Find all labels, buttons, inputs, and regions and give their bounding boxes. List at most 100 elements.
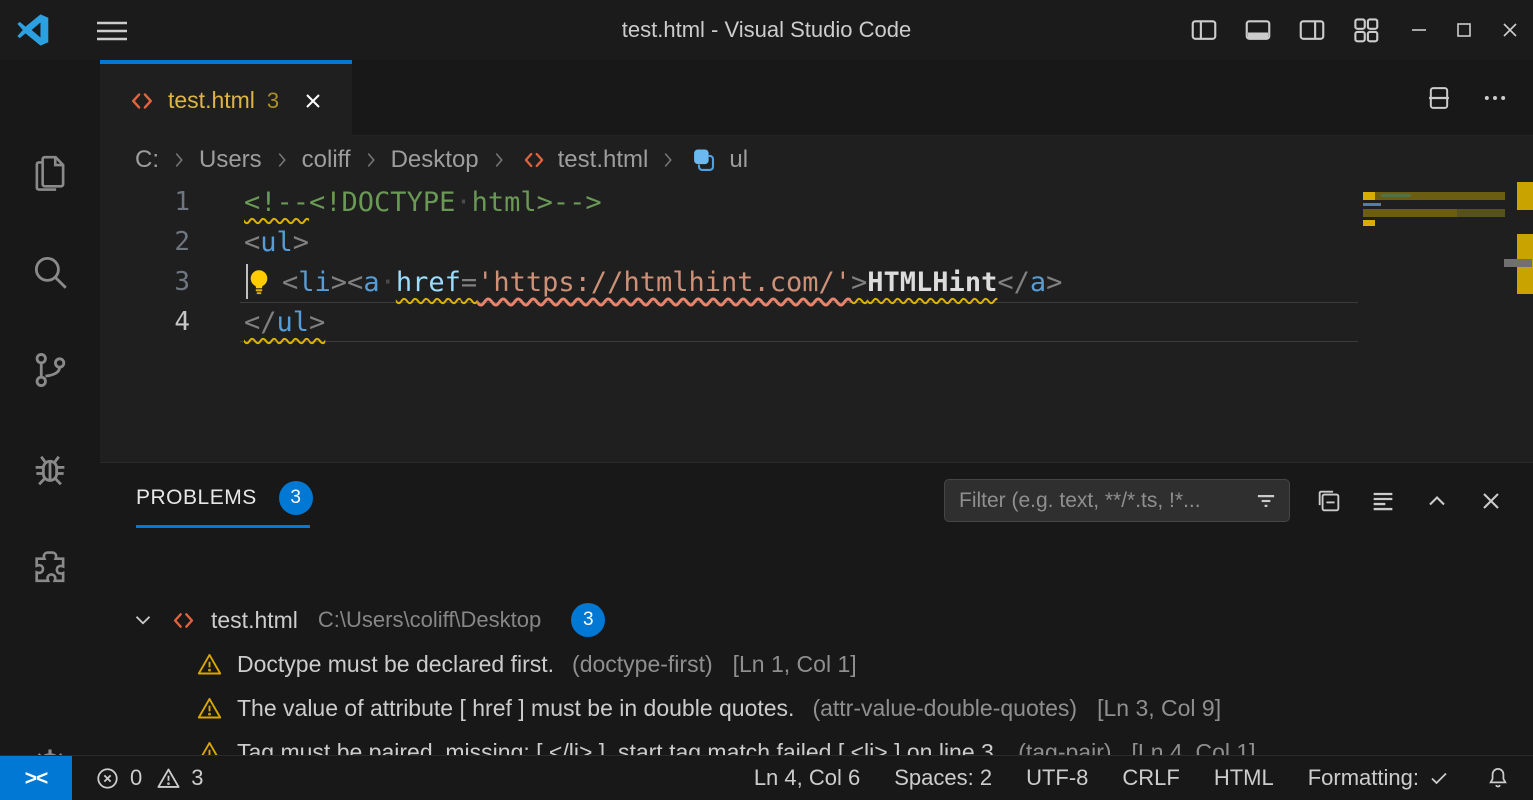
html-file-icon	[170, 607, 197, 634]
explorer-icon[interactable]	[0, 134, 100, 210]
problems-file-name: test.html	[211, 607, 298, 634]
problems-file-row[interactable]: test.html C:\Users\coliff\Desktop 3	[100, 598, 1533, 642]
close-panel-icon[interactable]	[1477, 487, 1505, 515]
ruler-warning-mark	[1517, 182, 1533, 210]
formatting-status[interactable]: Formatting:	[1308, 765, 1451, 791]
tab-test-html[interactable]: test.html 3	[100, 60, 352, 137]
code-token: ul	[277, 307, 310, 338]
chevron-right-icon	[488, 149, 510, 171]
breadcrumb-item-drive[interactable]: C:	[135, 146, 159, 174]
customize-layout-icon[interactable]	[1342, 0, 1390, 60]
minimize-icon[interactable]	[1396, 0, 1441, 60]
overview-ruler	[1517, 182, 1533, 462]
maximize-icon[interactable]	[1441, 0, 1486, 60]
notifications-bell-icon[interactable]	[1485, 765, 1511, 791]
code-token: >	[309, 307, 325, 338]
problems-status[interactable]: 0 3	[94, 756, 204, 800]
code-token: a	[363, 267, 379, 298]
code-editor[interactable]: 1 <!--<!DOCTYPE·html>--> 2 <ul> 3 <li><a…	[100, 182, 1533, 462]
breadcrumb-item-symbol[interactable]: ul	[729, 146, 748, 174]
code-line[interactable]: 1 <!--<!DOCTYPE·html>-->	[100, 182, 1533, 222]
problem-row[interactable]: The value of attribute [ href ] must be …	[100, 686, 1533, 730]
remote-indicator[interactable]: ><	[0, 756, 72, 800]
code-line[interactable]: 2 <ul>	[100, 222, 1533, 262]
code-token: <	[244, 227, 260, 258]
error-icon	[94, 765, 121, 792]
indentation[interactable]: Spaces: 2	[894, 765, 992, 791]
whitespace-dot: ·	[455, 187, 471, 218]
extensions-icon[interactable]	[0, 530, 100, 606]
code-token: =	[461, 267, 477, 298]
minimap-warning-mark	[1363, 192, 1375, 200]
file-problem-badge: 3	[571, 603, 605, 637]
eol-sequence[interactable]: CRLF	[1122, 765, 1179, 791]
source-control-icon[interactable]	[0, 332, 100, 408]
language-mode[interactable]: HTML	[1214, 765, 1274, 791]
code-token: HTMLHint	[867, 267, 997, 298]
minimap-line	[1457, 209, 1505, 217]
html-file-icon	[128, 87, 156, 115]
code-token: ul	[260, 227, 293, 258]
problem-message: The value of attribute [ href ] must be …	[237, 695, 794, 722]
problems-panel: PROBLEMS 3	[100, 462, 1533, 755]
active-tab-underline	[136, 525, 310, 528]
vscode-window: { "window": { "title": "test.html - Visu…	[0, 0, 1533, 800]
code-token: html>-->	[472, 187, 602, 218]
filter-icon[interactable]	[1253, 488, 1279, 514]
code-token: </	[997, 267, 1030, 298]
breadcrumb-item-desktop[interactable]: Desktop	[391, 146, 479, 174]
code-token: >	[1046, 267, 1062, 298]
status-right: Ln 4, Col 6 Spaces: 2 UTF-8 CRLF HTML Fo…	[754, 756, 1511, 800]
filter-input[interactable]	[959, 489, 1253, 513]
code-token: >	[293, 227, 309, 258]
view-as-table-icon[interactable]	[1369, 487, 1397, 515]
toggle-secondary-sidebar-icon[interactable]	[1288, 0, 1336, 60]
code-token: </	[244, 307, 277, 338]
toggle-panel-icon[interactable]	[1234, 0, 1282, 60]
cursor-position[interactable]: Ln 4, Col 6	[754, 765, 860, 791]
close-window-icon[interactable]	[1486, 0, 1533, 60]
code-token: >	[331, 267, 347, 298]
search-icon[interactable]	[0, 234, 100, 310]
editor-group: test.html 3 C: Users coliff Desktop test…	[100, 60, 1533, 755]
code-token: <	[347, 267, 363, 298]
collapse-all-icon[interactable]	[1315, 487, 1343, 515]
tab-bar: test.html 3	[100, 60, 1533, 136]
minimap[interactable]	[1363, 178, 1505, 458]
line-number: 1	[100, 187, 190, 217]
formatting-label: Formatting:	[1308, 765, 1419, 791]
code-token: >	[851, 267, 867, 298]
code-token: li	[298, 267, 331, 298]
breadcrumb-item-users[interactable]: Users	[199, 146, 262, 174]
more-actions-icon[interactable]	[1481, 84, 1509, 112]
tab-label: test.html	[168, 87, 255, 114]
warning-icon	[155, 765, 182, 792]
encoding[interactable]: UTF-8	[1026, 765, 1088, 791]
tab-close-icon[interactable]	[301, 89, 325, 113]
problem-row[interactable]: Doctype must be declared first. (doctype…	[100, 642, 1533, 686]
code-token: <!DOCTYPE	[309, 187, 455, 218]
problems-tree: test.html C:\Users\coliff\Desktop 3 Doct…	[100, 598, 1533, 774]
run-debug-icon[interactable]	[0, 432, 100, 508]
tab-problems[interactable]: PROBLEMS 3	[136, 481, 313, 515]
toggle-primary-sidebar-icon[interactable]	[1180, 0, 1228, 60]
html-file-icon	[521, 147, 547, 173]
lightbulb-icon[interactable]	[244, 267, 274, 297]
chevron-down-icon[interactable]	[130, 607, 156, 633]
chevron-right-icon	[657, 149, 679, 171]
breadcrumb-item-coliff[interactable]: coliff	[302, 146, 351, 174]
code-token: a	[1030, 267, 1046, 298]
problem-location: [Ln 1, Col 1]	[733, 651, 857, 678]
code-line[interactable]: 4 </ul>	[100, 302, 1533, 342]
minimap-warning-mark	[1363, 220, 1375, 226]
code-token: href	[396, 267, 461, 298]
minimap-line	[1363, 209, 1457, 217]
chevron-right-icon	[360, 149, 382, 171]
breadcrumb-item-file[interactable]: test.html	[558, 146, 649, 174]
split-editor-icon[interactable]	[1425, 84, 1453, 112]
chevron-right-icon	[168, 149, 190, 171]
problems-filter[interactable]	[944, 479, 1290, 522]
code-line[interactable]: 3 <li><a·href='https://htmlhint.com/'>HT…	[100, 262, 1533, 302]
maximize-panel-icon[interactable]	[1423, 487, 1451, 515]
breadcrumb: C: Users coliff Desktop test.html ul	[100, 137, 1533, 182]
